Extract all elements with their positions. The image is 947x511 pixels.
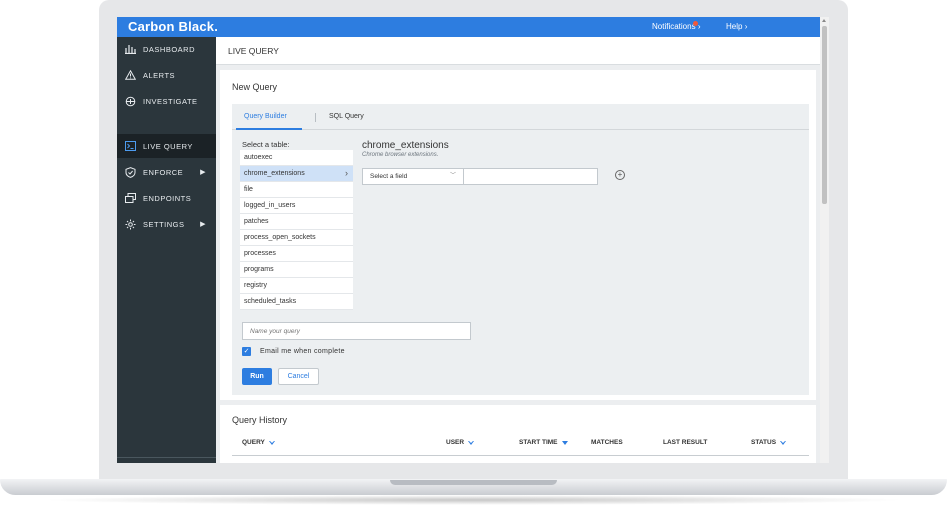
- column-label: QUERY: [242, 439, 265, 446]
- sort-icon: [780, 440, 787, 445]
- table-item-registry[interactable]: registry: [240, 278, 353, 294]
- column-start-time[interactable]: START TIME: [519, 439, 568, 446]
- email-checkbox[interactable]: ✓: [242, 347, 251, 356]
- crosshair-icon: [117, 96, 143, 107]
- help-label: Help: [726, 22, 743, 31]
- chevron-right-icon: ›: [744, 22, 748, 31]
- sidebar-item-label: ALERTS: [143, 70, 176, 80]
- chevron-down-icon: ﹀: [449, 173, 456, 179]
- column-query[interactable]: QUERY: [242, 439, 275, 446]
- email-checkbox-label: Email me when complete: [260, 348, 345, 355]
- cancel-button[interactable]: Cancel: [278, 368, 319, 385]
- warning-icon: [117, 70, 143, 80]
- selected-table-description: Chrome browser extensions.: [362, 152, 439, 158]
- laptop-notch: [390, 480, 557, 485]
- sidebar-item-label: ENDPOINTS: [143, 193, 192, 203]
- top-bar: Carbon Black. Notifications › Help ›: [117, 17, 829, 37]
- field-select[interactable]: Select a field ﹀: [362, 168, 464, 185]
- screen: Carbon Black. Notifications › Help › DAS…: [117, 17, 829, 463]
- laptop-shadow: [40, 495, 907, 505]
- column-label: MATCHES: [591, 439, 623, 446]
- add-condition-icon[interactable]: +: [615, 170, 625, 180]
- run-button[interactable]: Run: [242, 368, 272, 385]
- sidebar-item-label: DASHBOARD: [143, 44, 196, 54]
- column-last-result[interactable]: LAST RESULT: [663, 439, 707, 446]
- tab-query-builder[interactable]: Query Builder: [244, 113, 287, 120]
- caret-right-icon: ▶: [200, 169, 206, 176]
- column-label: START TIME: [519, 439, 558, 446]
- sidebar-item-enforce[interactable]: ENFORCE ▶: [117, 160, 216, 184]
- table-item-scheduled-tasks[interactable]: scheduled_tasks: [240, 294, 353, 310]
- sidebar-item-live-query[interactable]: LIVE QUERY: [117, 134, 216, 158]
- page-scrollbar[interactable]: [820, 17, 829, 463]
- sort-icon: [468, 440, 475, 445]
- table-item-autoexec[interactable]: autoexec: [240, 150, 353, 166]
- brand-logo[interactable]: Carbon Black.: [128, 19, 218, 34]
- sidebar-item-investigate[interactable]: INVESTIGATE: [117, 89, 216, 113]
- main-content: LIVE QUERY New Query Query Builder SQL Q…: [216, 37, 820, 463]
- sidebar-item-label: ENFORCE: [143, 167, 184, 177]
- sort-desc-icon: [561, 440, 568, 445]
- field-value-input[interactable]: [463, 168, 598, 185]
- column-user[interactable]: USER: [446, 439, 475, 446]
- sidebar-item-endpoints[interactable]: ENDPOINTS: [117, 186, 216, 210]
- table-item-logged-in-users[interactable]: logged_in_users: [240, 198, 353, 214]
- gear-icon: [117, 219, 143, 230]
- chevron-right-icon: ›: [697, 22, 701, 31]
- table-item-programs[interactable]: programs: [240, 262, 353, 278]
- sidebar-item-label: LIVE QUERY: [143, 141, 193, 151]
- table-item-file[interactable]: file: [240, 182, 353, 198]
- field-select-value: Select a field: [370, 173, 408, 180]
- tab-sql-query[interactable]: SQL Query: [329, 113, 364, 120]
- notification-dot: [693, 21, 698, 26]
- sidebar-item-dashboard[interactable]: DASHBOARD: [117, 37, 216, 61]
- shield-check-icon: [117, 166, 143, 178]
- column-status[interactable]: STATUS: [751, 439, 787, 446]
- query-history-title: Query History: [232, 415, 288, 425]
- sidebar-item-settings[interactable]: SETTINGS ▶: [117, 212, 216, 236]
- scroll-up-icon[interactable]: [822, 19, 826, 22]
- column-label: USER: [446, 439, 465, 446]
- table-item-chrome-extensions[interactable]: chrome_extensions ›: [240, 166, 353, 182]
- table-item-patches[interactable]: patches: [240, 214, 353, 230]
- column-label: LAST RESULT: [663, 439, 708, 446]
- column-matches[interactable]: MATCHES: [591, 439, 623, 446]
- tab-bar: Query Builder SQL Query: [232, 104, 809, 130]
- page-header: LIVE QUERY: [216, 37, 820, 65]
- tab-separator: [315, 113, 316, 122]
- bar-chart-icon: [117, 44, 143, 54]
- help-link[interactable]: Help ›: [726, 22, 747, 31]
- caret-right-icon: ▶: [200, 221, 206, 228]
- scroll-thumb[interactable]: [822, 26, 827, 204]
- sort-icon: [268, 440, 275, 445]
- terminal-icon: [117, 141, 143, 151]
- sidebar-footer: [117, 457, 216, 463]
- table-item-label: chrome_extensions: [244, 170, 305, 177]
- selected-table-title: chrome_extensions: [362, 140, 449, 151]
- sidebar: DASHBOARD ALERTS INVESTIGATE LIVE QUERY …: [117, 37, 216, 463]
- new-query-card: New Query Query Builder SQL Query Select…: [220, 70, 816, 400]
- select-table-label: Select a table:: [242, 140, 290, 149]
- sidebar-item-label: INVESTIGATE: [143, 96, 198, 106]
- query-history-card: Query History QUERY USER START TIME MATC…: [220, 405, 816, 463]
- column-label: STATUS: [751, 439, 777, 446]
- sidebar-item-label: SETTINGS: [143, 219, 185, 229]
- table-item-process-open-sockets[interactable]: process_open_sockets: [240, 230, 353, 246]
- history-header-divider: [232, 455, 809, 456]
- chevron-right-icon: ›: [345, 168, 348, 178]
- page-title: LIVE QUERY: [228, 46, 279, 56]
- query-builder-panel: Query Builder SQL Query Select a table: …: [232, 104, 809, 395]
- active-tab-indicator: [236, 128, 302, 130]
- query-name-input[interactable]: [242, 322, 471, 340]
- table-item-processes[interactable]: processes: [240, 246, 353, 262]
- notifications-label: Notifications: [652, 22, 696, 31]
- new-query-title: New Query: [232, 82, 278, 92]
- table-list: autoexec chrome_extensions › file logged_…: [240, 150, 353, 310]
- sidebar-item-alerts[interactable]: ALERTS: [117, 63, 216, 87]
- windows-icon: [117, 193, 143, 203]
